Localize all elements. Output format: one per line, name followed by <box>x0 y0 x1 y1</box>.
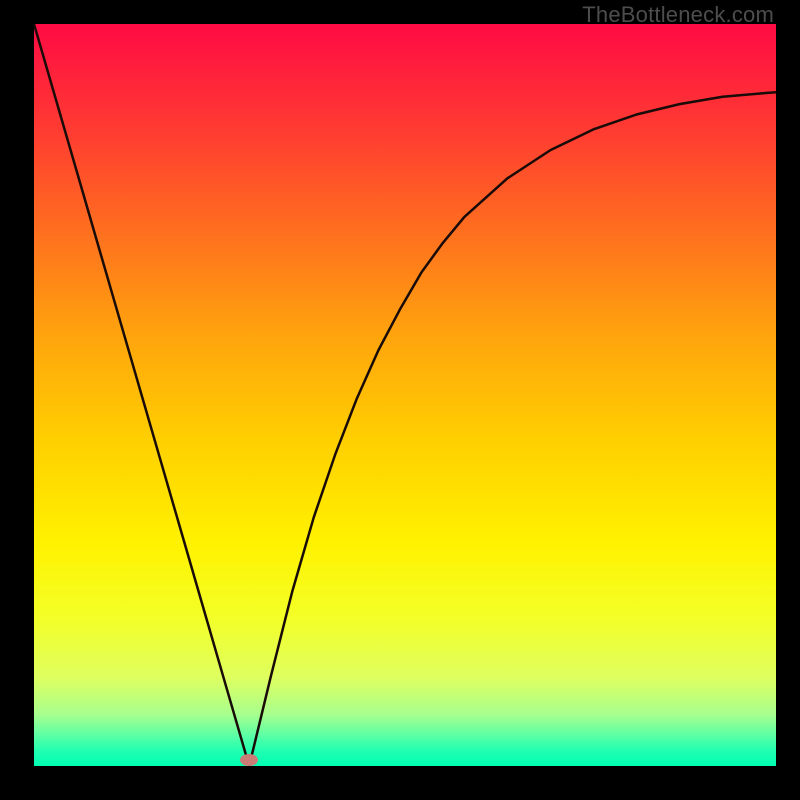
curve-svg <box>34 24 776 766</box>
chart-frame: TheBottleneck.com <box>0 0 800 800</box>
plot-area <box>34 24 776 766</box>
bottleneck-curve <box>34 24 776 766</box>
watermark-text: TheBottleneck.com <box>582 2 774 28</box>
